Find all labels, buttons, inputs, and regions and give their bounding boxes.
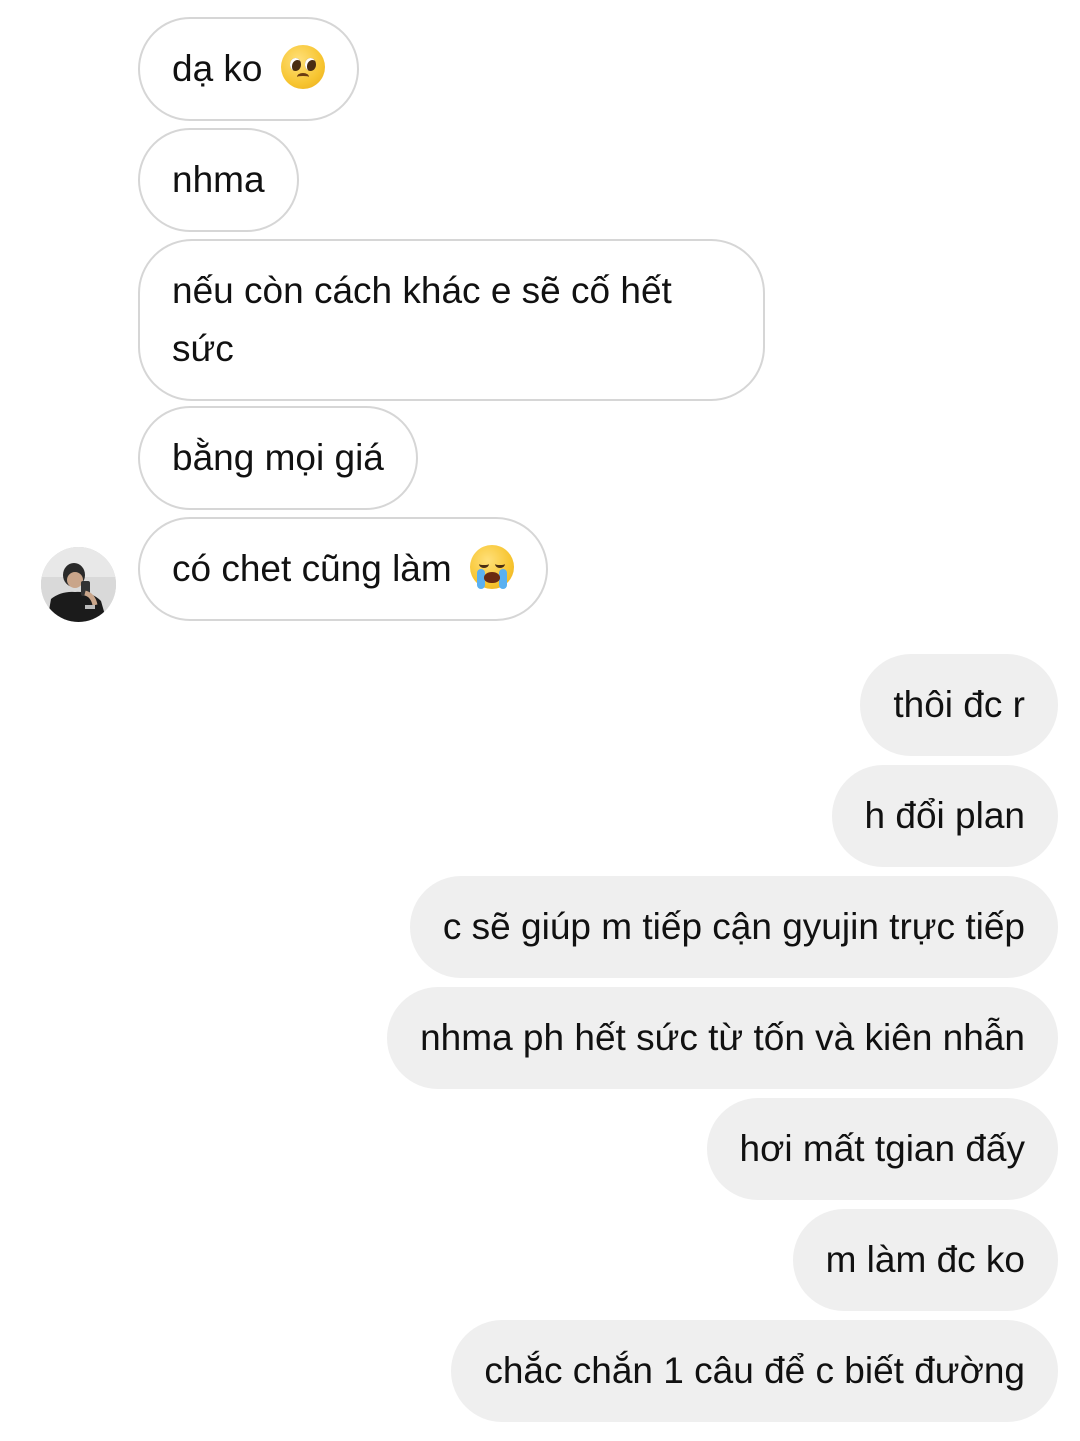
message-text: c sẽ giúp m tiếp cận gyujin trực tiếp [442, 906, 1025, 947]
message-text: nhma [172, 159, 265, 200]
outgoing-message[interactable]: h đổi plan [831, 765, 1058, 867]
message-thread: dạ ko nhma nếu còn cách khác e sẽ cố hết… [0, 0, 1080, 1441]
outgoing-message[interactable]: c sẽ giúp m tiếp cận gyujin trực tiếp [409, 876, 1058, 978]
loudly-crying-face-emoji-icon [470, 545, 514, 589]
outgoing-message[interactable]: hơi mất tgian đấy [706, 1098, 1058, 1200]
incoming-message[interactable]: bằng mọi giá [138, 406, 418, 510]
outgoing-message[interactable]: m làm đc ko [792, 1209, 1058, 1311]
message-text: có chet cũng làm [172, 548, 452, 589]
message-text: hơi mất tgian đấy [739, 1128, 1025, 1169]
outgoing-message[interactable]: nhma ph hết sức từ tốn và kiên nhẫn [387, 987, 1058, 1089]
message-text: bằng mọi giá [172, 437, 384, 478]
incoming-message[interactable]: có chet cũng làm [138, 517, 548, 621]
message-text: thôi đc r [893, 684, 1025, 725]
outgoing-message[interactable]: chắc chắn 1 câu để c biết đường [451, 1320, 1058, 1422]
outgoing-message[interactable]: thôi đc r [860, 654, 1058, 756]
message-text: dạ ko [172, 48, 263, 89]
profile-photo-icon [41, 547, 116, 622]
message-text: chắc chắn 1 câu để c biết đường [484, 1350, 1025, 1391]
message-text: h đổi plan [864, 795, 1025, 836]
incoming-message[interactable]: nếu còn cách khác e sẽ cố hết sức [138, 239, 765, 401]
sender-avatar[interactable] [41, 547, 116, 622]
message-text: nếu còn cách khác e sẽ cố hết sức [172, 270, 672, 369]
pleading-face-emoji-icon [280, 45, 325, 89]
message-text: nhma ph hết sức từ tốn và kiên nhẫn [420, 1017, 1025, 1058]
message-text: m làm đc ko [825, 1239, 1025, 1280]
incoming-message[interactable]: nhma [138, 128, 299, 232]
incoming-message[interactable]: dạ ko [138, 17, 359, 121]
